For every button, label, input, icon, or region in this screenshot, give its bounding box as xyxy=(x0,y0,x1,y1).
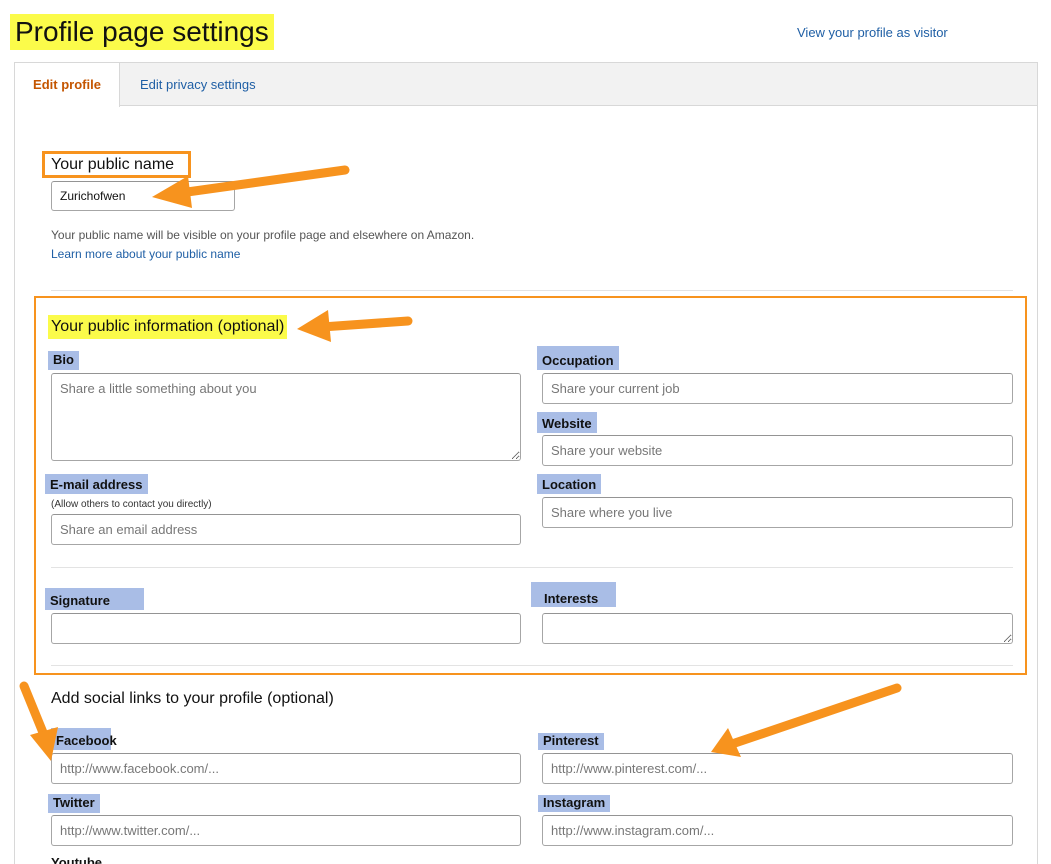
interests-label: Interests xyxy=(531,582,616,607)
learn-more-public-name-link[interactable]: Learn more about your public name xyxy=(51,247,240,261)
social-links-heading: Add social links to your profile (option… xyxy=(51,690,334,707)
website-input[interactable] xyxy=(542,435,1013,466)
divider xyxy=(51,665,1013,666)
page-title: Profile page settings xyxy=(10,14,274,50)
youtube-label: Youtube xyxy=(51,855,103,864)
interests-textarea[interactable] xyxy=(542,613,1013,644)
view-as-visitor-link[interactable]: View your profile as visitor xyxy=(797,25,948,40)
email-label: E-mail address xyxy=(45,474,148,494)
public-info-heading: Your public information (optional) xyxy=(48,315,288,339)
signature-label: Signature xyxy=(45,588,144,610)
instagram-label: Instagram xyxy=(538,795,611,812)
public-name-heading: Your public name xyxy=(42,151,191,178)
tab-edit-privacy-settings[interactable]: Edit privacy settings xyxy=(140,63,256,106)
email-input[interactable] xyxy=(51,514,521,545)
divider xyxy=(51,290,1013,291)
tab-bar: Edit profile Edit privacy settings xyxy=(15,63,1037,107)
facebook-input[interactable] xyxy=(51,753,521,784)
occupation-input[interactable] xyxy=(542,373,1013,404)
tab-edit-profile[interactable]: Edit profile xyxy=(15,63,120,107)
bio-label: Bio xyxy=(48,351,79,370)
location-input[interactable] xyxy=(542,497,1013,528)
pinterest-label: Pinterest xyxy=(538,733,604,750)
divider xyxy=(51,567,1013,568)
facebook-label: Facebook xyxy=(51,728,117,750)
public-name-input[interactable] xyxy=(51,181,235,211)
twitter-input[interactable] xyxy=(51,815,521,846)
signature-input[interactable] xyxy=(51,613,521,644)
location-label: Location xyxy=(537,474,602,494)
website-label: Website xyxy=(537,412,597,433)
instagram-input[interactable] xyxy=(542,815,1013,846)
occupation-label: Occupation xyxy=(537,346,619,370)
pinterest-input[interactable] xyxy=(542,753,1013,784)
email-sublabel: (Allow others to contact you directly) xyxy=(51,499,212,510)
twitter-label: Twitter xyxy=(48,794,100,813)
bio-textarea[interactable] xyxy=(51,373,521,461)
public-name-helper-text: Your public name will be visible on your… xyxy=(51,228,475,242)
